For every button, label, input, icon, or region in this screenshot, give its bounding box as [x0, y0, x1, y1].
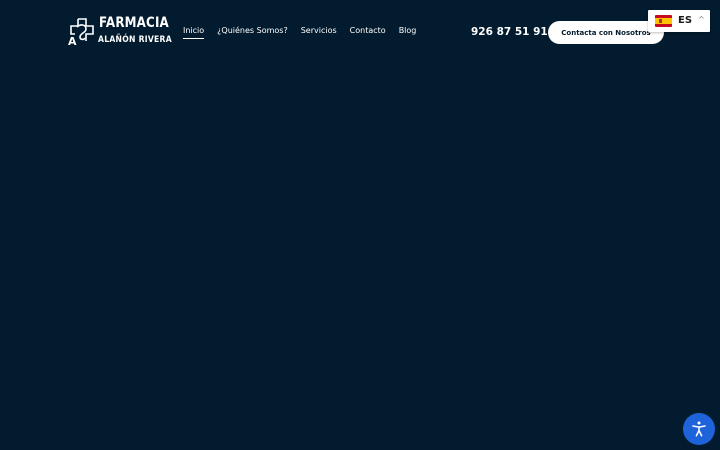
nav-item-contacto[interactable]: Contacto	[350, 26, 386, 35]
contact-us-button[interactable]: Contacta con Nosotros	[548, 21, 664, 44]
spain-flag-icon	[655, 15, 672, 27]
nav-item-quienes-somos[interactable]: ¿Quiénes Somos?	[217, 26, 288, 35]
site-logo[interactable]: FARMACIA A ALAÑÓN RIVERA	[68, 15, 172, 48]
logo-initial: A	[68, 35, 77, 48]
logo-title: FARMACIA	[99, 15, 169, 31]
main-nav: Inicio ¿Quiénes Somos? Servicios Contact…	[183, 26, 417, 39]
nav-item-blog[interactable]: Blog	[399, 26, 417, 35]
nav-item-servicios[interactable]: Servicios	[301, 26, 337, 35]
language-code: ES	[678, 15, 693, 26]
accessibility-icon	[692, 421, 706, 437]
page: FARMACIA A ALAÑÓN RIVERA Inicio ¿Quiénes…	[0, 0, 720, 450]
nav-item-inicio[interactable]: Inicio	[183, 26, 205, 39]
phone-link[interactable]: 926 87 51 91	[471, 26, 548, 38]
accessibility-button[interactable]	[683, 413, 715, 445]
chevron-up-icon: ^	[698, 15, 705, 24]
language-selector[interactable]: ES ^	[648, 10, 710, 32]
logo-subtitle: ALAÑÓN RIVERA	[98, 35, 172, 45]
